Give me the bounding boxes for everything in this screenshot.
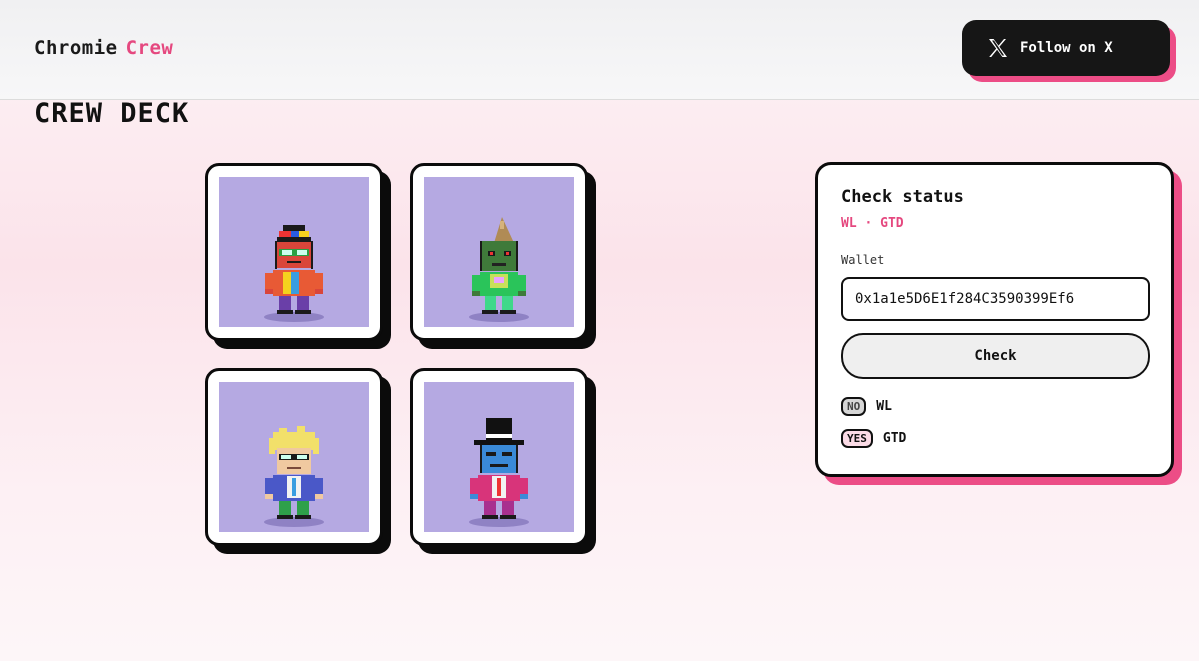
card-image-blonde [219,382,369,532]
status-label-wl: WL [876,399,892,414]
check-button[interactable]: Check [841,333,1150,379]
logo-text-crew: Crew [125,37,174,59]
status-row-gtd: YES GTD [841,429,906,448]
deck-card[interactable] [205,163,391,349]
status-label-gtd: GTD [882,431,907,446]
deck-card[interactable] [205,368,391,554]
pixel-character-propeller [264,225,324,322]
panel-title: Check status [841,187,964,207]
pixel-character-blonde [264,426,324,527]
card-image-cone-hat [424,177,574,327]
follow-on-x-button-wrap: Follow on X [962,20,1176,82]
wallet-input[interactable] [841,277,1150,321]
deck-card[interactable] [410,163,596,349]
card-image-propeller-cap [219,177,369,327]
card-image-top-hat [424,382,574,532]
follow-label: Follow on X [1020,40,1113,56]
pixel-character-top-hat [469,418,529,527]
check-status-panel-wrap: Check status WL · GTD Wallet Check NO WL… [815,162,1182,485]
deck-card[interactable] [410,368,596,554]
panel-subtitle: WL · GTD [841,216,904,231]
wallet-label: Wallet [841,253,885,267]
logo-text-chromie: Chromie [34,37,118,59]
page-title: CREW DECK [34,98,190,129]
status-row-wl: NO WL [841,397,892,416]
status-badge-yes: YES [841,429,873,448]
pixel-character-cone [469,217,529,322]
logo[interactable]: Chromie Crew [34,37,173,59]
x-logo-icon [989,39,1007,57]
check-status-panel: Check status WL · GTD Wallet Check NO WL… [815,162,1174,477]
status-badge-no: NO [841,397,867,416]
follow-on-x-button[interactable]: Follow on X [962,20,1170,76]
header-bar: Chromie Crew Follow on X [0,0,1199,100]
